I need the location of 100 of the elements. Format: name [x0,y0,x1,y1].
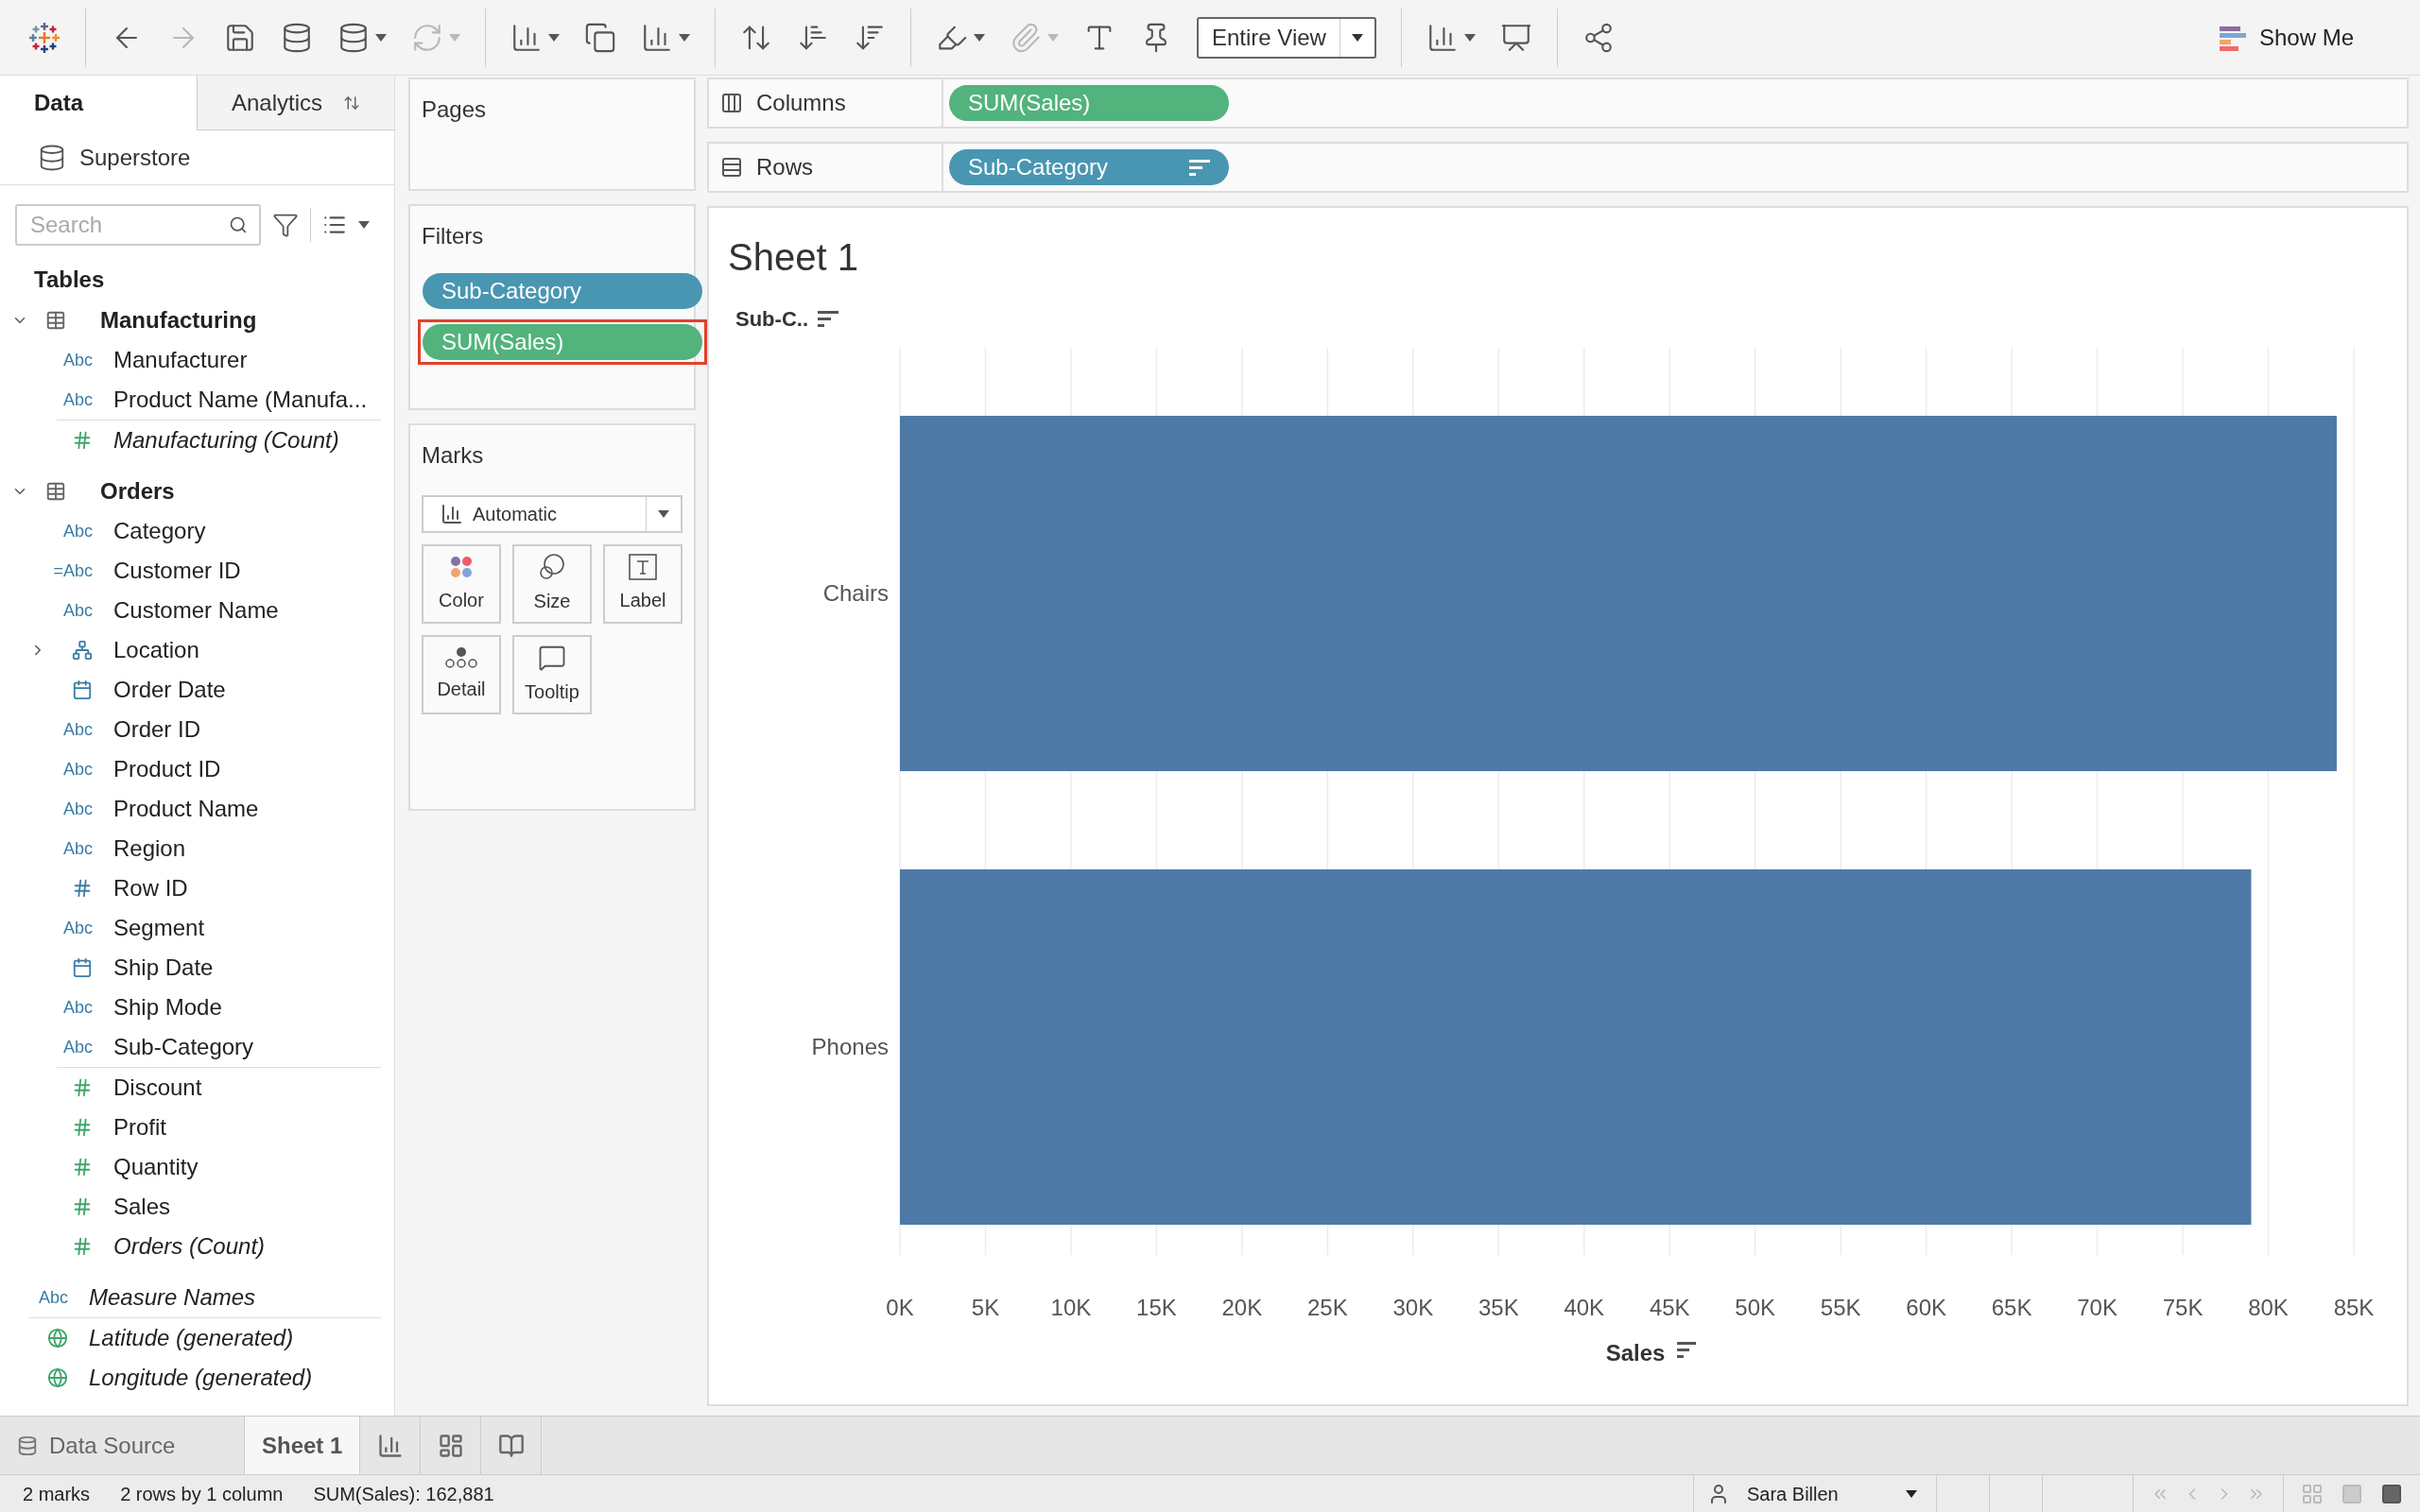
mark-property-button[interactable]: Color [422,544,501,624]
caret-icon [658,510,669,518]
table-name[interactable]: Manufacturing [100,303,257,337]
status-text: 2 marks [22,1482,91,1506]
caret-icon [974,33,985,42]
field-item[interactable]: Manufacturer [113,343,248,377]
shelf-label: Rows [756,153,813,181]
size-circles-icon [538,553,566,581]
type-label: Abc [61,917,93,939]
mark-property-button[interactable]: Tooltip [512,635,592,714]
toolbar-button[interactable] [584,21,616,54]
sheet-tab[interactable]: Sheet 1 [244,1417,361,1474]
field-item[interactable]: Segment [113,911,205,945]
field-item[interactable]: Category [113,514,206,548]
switch-icon [343,94,360,112]
caret-icon [1906,1489,1917,1498]
pane-tab[interactable]: Analytics [197,76,394,130]
user-menu[interactable]: Sara Billen [1693,1475,1937,1512]
axis-tick-label: 50K [1735,1295,1776,1320]
caret-icon [449,33,460,42]
category-label: Phones [811,1034,889,1059]
mark-property-button[interactable]: Label [603,544,683,624]
hash-icon [72,878,93,899]
datasource-icon [38,143,66,172]
type-label: Abc [61,718,93,741]
axis-tick-label: 45K [1649,1295,1690,1320]
field-item[interactable]: Discount [113,1071,202,1105]
type-label: Abc [61,1036,93,1058]
type-label: Abc [61,996,93,1019]
text-label-icon [629,554,657,580]
search-field[interactable]: Search [15,204,261,246]
logo-icon [28,21,60,54]
caret-icon [548,33,560,42]
axis-tick-label: 40K [1564,1295,1605,1320]
sort-icon[interactable] [1189,159,1210,176]
field-item[interactable]: Product Name [113,792,259,826]
field-item[interactable]: Quantity [113,1150,199,1184]
field-item[interactable]: Ship Mode [113,990,222,1024]
tables-heading: Tables [33,266,106,294]
field-item[interactable]: Location [113,633,199,667]
hash-icon [72,1117,93,1138]
datasource-name[interactable]: Superstore [79,140,191,175]
table-icon [45,481,66,502]
field-item[interactable]: Customer ID [113,554,241,588]
field-item[interactable]: Longitude (generated) [89,1361,313,1395]
field-item[interactable]: Latitude (generated) [89,1321,294,1355]
database-icon [281,21,313,54]
sheet-tab[interactable]: Data Source [0,1417,244,1474]
field-item[interactable]: Ship Date [113,951,214,985]
field-item[interactable]: Region [113,832,186,866]
sort-icon[interactable] [1677,1342,1697,1358]
category-label: Chairs [822,580,889,606]
field-item[interactable]: Orders (Count) [113,1229,266,1263]
type-label: Abc [61,388,93,411]
axis-tick-label: 25K [1307,1295,1348,1320]
field-item[interactable]: Measure Names [89,1280,256,1314]
field-item[interactable]: Product Name (Manufa... [113,383,368,417]
calendar-icon [72,679,93,700]
paperclip-icon [1010,21,1042,54]
axis-title: Sales [1605,1340,1666,1366]
filter-icon[interactable] [272,212,299,238]
show-me-button[interactable]: Show Me [2219,20,2392,55]
color-dots-icon [448,554,475,580]
axis-tick-label: 20K [1221,1295,1263,1320]
caret-icon [1351,33,1363,42]
mark-property-button[interactable]: Size [512,544,592,624]
caret-icon [358,221,370,229]
search-icon [229,215,248,234]
hierarchy-icon [72,640,93,661]
single-view-icon[interactable] [2380,1482,2403,1505]
sort-icon[interactable] [818,310,838,327]
bar-chart-icon [441,503,463,525]
mark-type-dropdown[interactable]: Automatic [422,495,683,533]
globe-icon [47,1367,68,1388]
new-dashboard-icon[interactable] [437,1432,464,1459]
database-icon [337,21,370,54]
table-name[interactable]: Orders [100,474,175,508]
field-item[interactable]: Order ID [113,713,200,747]
type-label: Abc [61,758,93,781]
toolbar-button[interactable] [337,21,387,54]
caret-icon [1047,33,1059,42]
type-label: Abc [61,599,93,622]
status-text: SUM(Sales): 162,881 [312,1482,494,1506]
field-item[interactable]: Profit [113,1110,166,1144]
field-item[interactable]: Sub-Category [113,1030,254,1064]
caret-icon [1463,33,1476,42]
new-worksheet-icon[interactable] [376,1432,404,1459]
copy-icon [584,21,616,54]
field-item[interactable]: Product ID [113,752,221,786]
field-item[interactable]: Row ID [113,871,188,905]
field-item[interactable]: Customer Name [113,593,279,627]
toolbar-button[interactable] [281,21,313,54]
tooltip-icon [538,644,566,672]
mark-property-button[interactable]: Detail [422,635,501,714]
field-item[interactable]: Manufacturing (Count) [113,423,339,457]
hash-icon [72,1236,93,1257]
fit-dropdown[interactable]: Entire View [1197,16,1376,59]
field-item[interactable]: Order Date [113,673,226,707]
new-story-icon[interactable] [497,1432,525,1459]
field-item[interactable]: Sales [113,1190,171,1224]
